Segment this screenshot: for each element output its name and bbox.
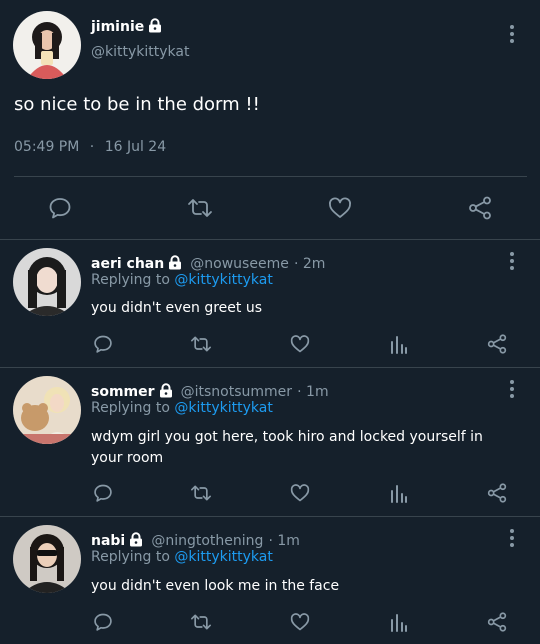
replying-link[interactable]: @kittykittykat — [174, 549, 272, 565]
replying-link[interactable]: @kittykittykat — [174, 400, 272, 416]
replying-prefix: Replying to — [91, 400, 170, 416]
reply-icon[interactable] — [93, 612, 113, 632]
more-icon[interactable] — [509, 529, 515, 550]
display-name[interactable]: sommer — [91, 384, 155, 400]
divider — [14, 176, 527, 177]
reply-header: aeri chan @nowuseeme · 2m — [91, 253, 325, 272]
reply-text: you didn't even greet us — [91, 300, 263, 316]
retweet-icon[interactable] — [190, 612, 212, 632]
reply-icon[interactable] — [93, 483, 113, 503]
display-name[interactable]: nabi — [91, 533, 125, 549]
reply-avatar[interactable] — [13, 525, 81, 593]
display-name: jiminie — [91, 19, 145, 35]
more-icon[interactable] — [509, 380, 515, 401]
reply-text: wdym girl you got here, took hiro and lo… — [91, 429, 483, 466]
reply-header: sommer @itsnotsummer · 1m — [91, 381, 329, 400]
replying-to: Replying to @kittykittykat — [91, 549, 273, 565]
share-icon[interactable] — [487, 483, 507, 503]
divider — [0, 239, 540, 240]
replying-to: Replying to @kittykittykat — [91, 272, 273, 288]
display-name[interactable]: aeri chan — [91, 256, 164, 272]
tweet-date: 16 Jul 24 — [104, 139, 167, 155]
divider — [0, 516, 540, 517]
like-icon[interactable] — [328, 196, 352, 220]
replying-prefix: Replying to — [91, 549, 170, 565]
retweet-icon[interactable] — [187, 196, 213, 220]
share-icon[interactable] — [487, 612, 507, 632]
share-icon[interactable] — [468, 196, 492, 220]
handle[interactable]: @itsnotsummer — [181, 384, 292, 400]
tweet-text: so nice to be in the dorm !! — [14, 94, 260, 115]
separator: · — [89, 139, 95, 155]
like-icon[interactable] — [290, 334, 310, 354]
like-icon[interactable] — [290, 612, 310, 632]
more-icon[interactable] — [509, 25, 515, 46]
retweet-icon[interactable] — [190, 334, 212, 354]
main-author[interactable]: jiminie — [91, 16, 162, 35]
main-avatar[interactable] — [13, 11, 81, 79]
reply-icon[interactable] — [48, 196, 72, 220]
reply-avatar[interactable] — [13, 376, 81, 444]
reply-time: · 1m — [297, 384, 329, 400]
like-icon[interactable] — [290, 483, 310, 503]
replying-prefix: Replying to — [91, 272, 170, 288]
retweet-icon[interactable] — [190, 483, 212, 503]
more-icon[interactable] — [509, 252, 515, 273]
lock-icon — [168, 255, 182, 270]
handle[interactable]: @kittykittykat — [91, 44, 189, 60]
reply-time: · 2m — [293, 256, 326, 272]
tweet-time: 05:49 PM — [14, 139, 80, 155]
reply-icon[interactable] — [93, 334, 113, 354]
replying-link[interactable]: @kittykittykat — [174, 272, 272, 288]
lock-icon — [159, 383, 173, 398]
handle[interactable]: @ningtothening — [151, 533, 263, 549]
analytics-icon[interactable] — [390, 612, 408, 632]
reply-text: you didn't even look me in the face — [91, 578, 340, 594]
reply-avatar[interactable] — [13, 248, 81, 316]
handle[interactable]: @nowuseeme — [190, 256, 289, 272]
share-icon[interactable] — [487, 334, 507, 354]
lock-icon — [148, 18, 162, 33]
analytics-icon[interactable] — [390, 483, 408, 503]
reply-header: nabi @ningtothening · 1m — [91, 530, 300, 549]
reply-time: · 1m — [268, 533, 300, 549]
lock-icon — [129, 532, 143, 547]
tweet-timestamp: 05:49 PM · 16 Jul 24 — [14, 139, 166, 155]
divider — [0, 367, 540, 368]
analytics-icon[interactable] — [390, 334, 408, 354]
replying-to: Replying to @kittykittykat — [91, 400, 273, 416]
